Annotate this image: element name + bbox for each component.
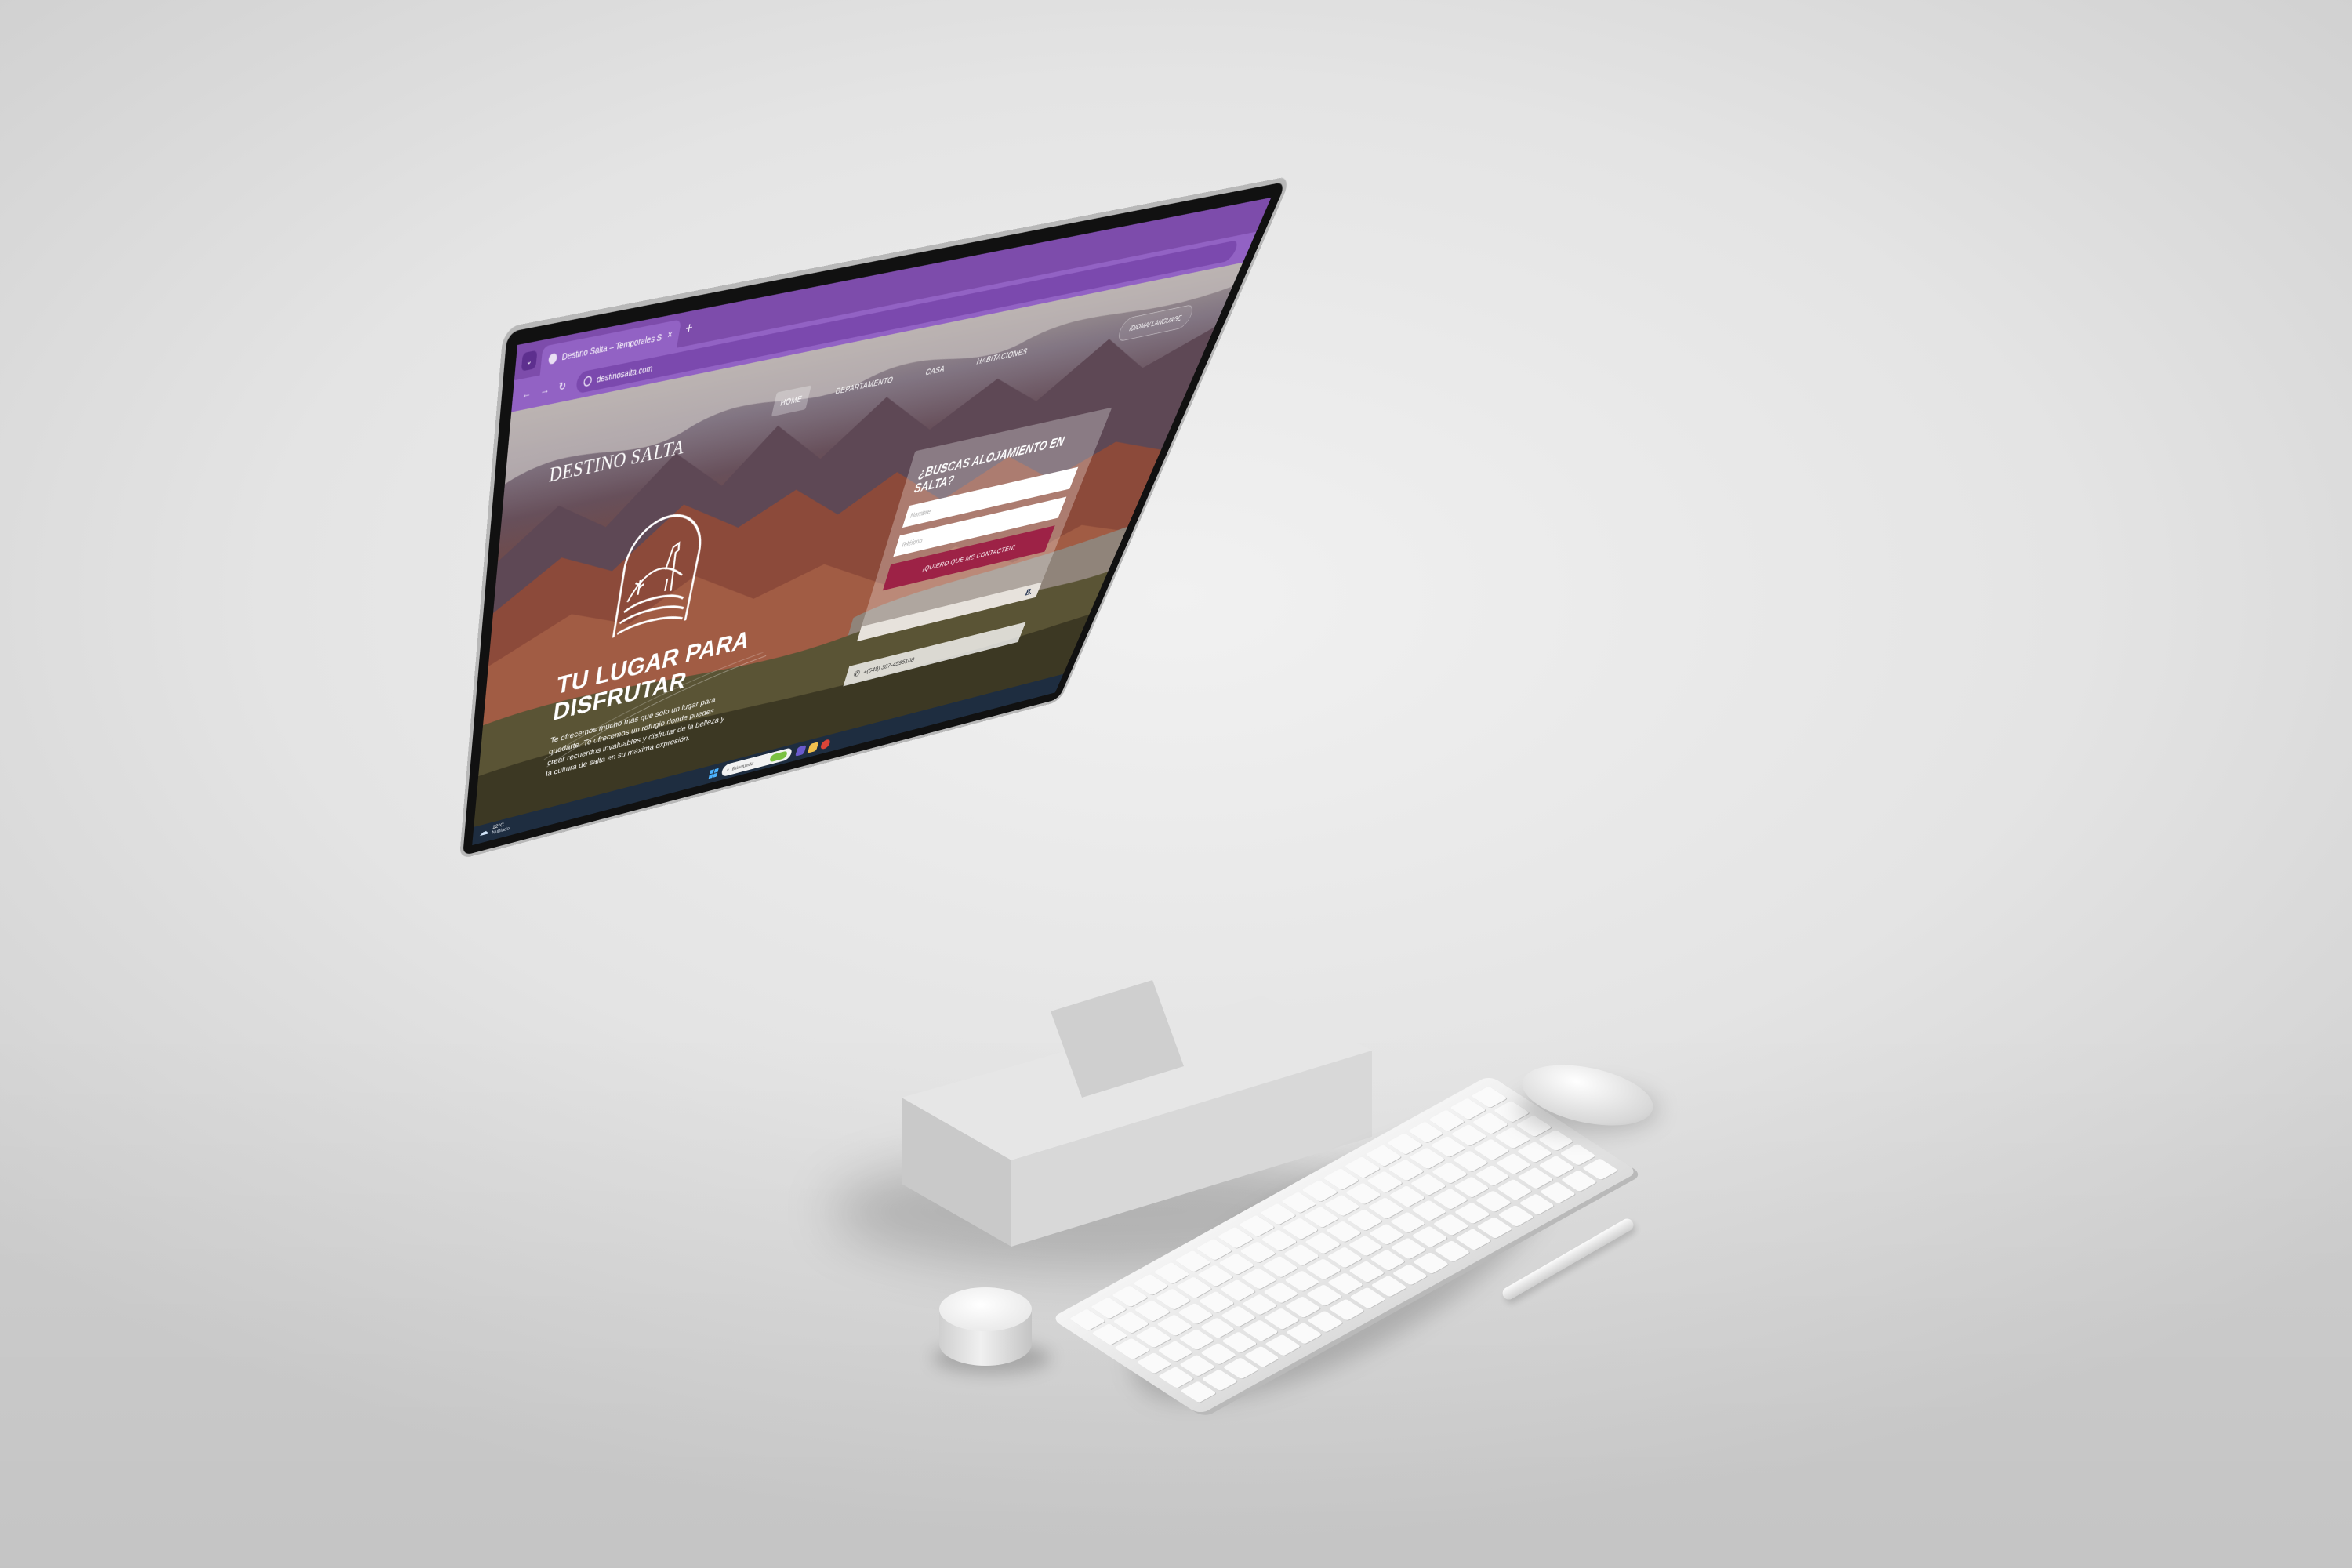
close-icon[interactable]: × xyxy=(666,329,673,342)
windows-start-icon[interactable] xyxy=(709,768,719,779)
file-explorer-icon[interactable] xyxy=(808,742,819,753)
chevron-down-icon[interactable]: ⌄ xyxy=(521,350,538,372)
site-info-icon[interactable] xyxy=(583,376,593,387)
back-arrow-icon[interactable]: ← xyxy=(521,385,532,402)
cloud-icon: ☁ xyxy=(479,826,490,839)
search-highlight-icon xyxy=(769,750,788,762)
surface-dial xyxy=(939,1287,1032,1369)
search-label: Búsqueda xyxy=(731,760,754,771)
forward-arrow-icon[interactable]: → xyxy=(539,381,550,398)
favicon-icon xyxy=(548,353,557,365)
reload-icon[interactable]: ↻ xyxy=(557,378,567,394)
whatsapp-icon: ✆ xyxy=(852,668,862,680)
new-tab-button[interactable]: + xyxy=(684,319,695,337)
chrome-icon[interactable] xyxy=(819,739,831,750)
url-text: destinosalta.com xyxy=(596,363,653,385)
chat-app-icon[interactable] xyxy=(795,745,807,757)
monitor-screen: ⌄ Destino Salta – Temporales Sal × + ← →… xyxy=(472,198,1271,845)
search-icon: ⌕ xyxy=(726,766,730,773)
booking-logo-icon: B. xyxy=(1024,586,1035,598)
